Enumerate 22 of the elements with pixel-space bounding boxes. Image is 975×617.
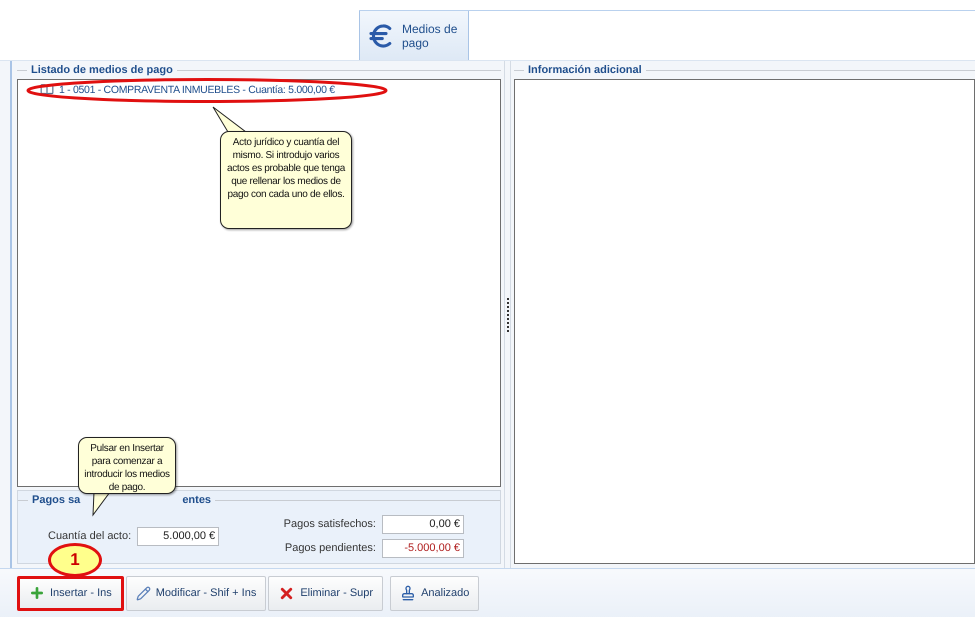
ribbon-tab[interactable]: Medios de pago <box>359 11 469 61</box>
pencil-icon <box>136 586 151 600</box>
toolbar-button[interactable]: Analizado <box>390 576 480 610</box>
list-item[interactable]: 1 - 0501 - COMPRAVENTA INMUEBLES - Cuantía: 5.000,00 € <box>40 82 500 98</box>
toolbar-button[interactable]: Eliminar - Supr <box>268 576 384 610</box>
toolbar-button[interactable]: Modificar - Shif + Ins <box>126 576 266 610</box>
field-label: Cuantía del acto: <box>48 530 132 542</box>
book-icon <box>40 83 54 97</box>
toolbar-button[interactable]: Insertar - Ins <box>17 576 124 610</box>
field-label: Pagos satisfechos: <box>284 518 376 530</box>
group-title: Pagos sa <box>32 494 80 506</box>
callout-note: Acto jurídico y cuantía del mismo. Si introdujo varios actos es probable que tenga que rellenar los medios de pago con cada uno de ellos. <box>220 131 352 229</box>
amount-field[interactable]: 5.000,00 € <box>137 526 220 546</box>
field-label: Pagos pendientes: <box>284 542 376 554</box>
panel-title: Información adicional <box>528 64 642 76</box>
panel-title: Listado de medios de pago <box>31 64 173 76</box>
amount-field[interactable]: -5.000,00 € <box>382 538 464 558</box>
amount-field[interactable]: 0,00 € <box>382 514 464 534</box>
plus-icon <box>29 585 45 601</box>
callout-note: Pulsar en Insertar para comenzar a introducir los medios de pago. <box>78 437 176 494</box>
stamp-icon <box>400 585 416 601</box>
group-title: entes <box>182 494 212 506</box>
